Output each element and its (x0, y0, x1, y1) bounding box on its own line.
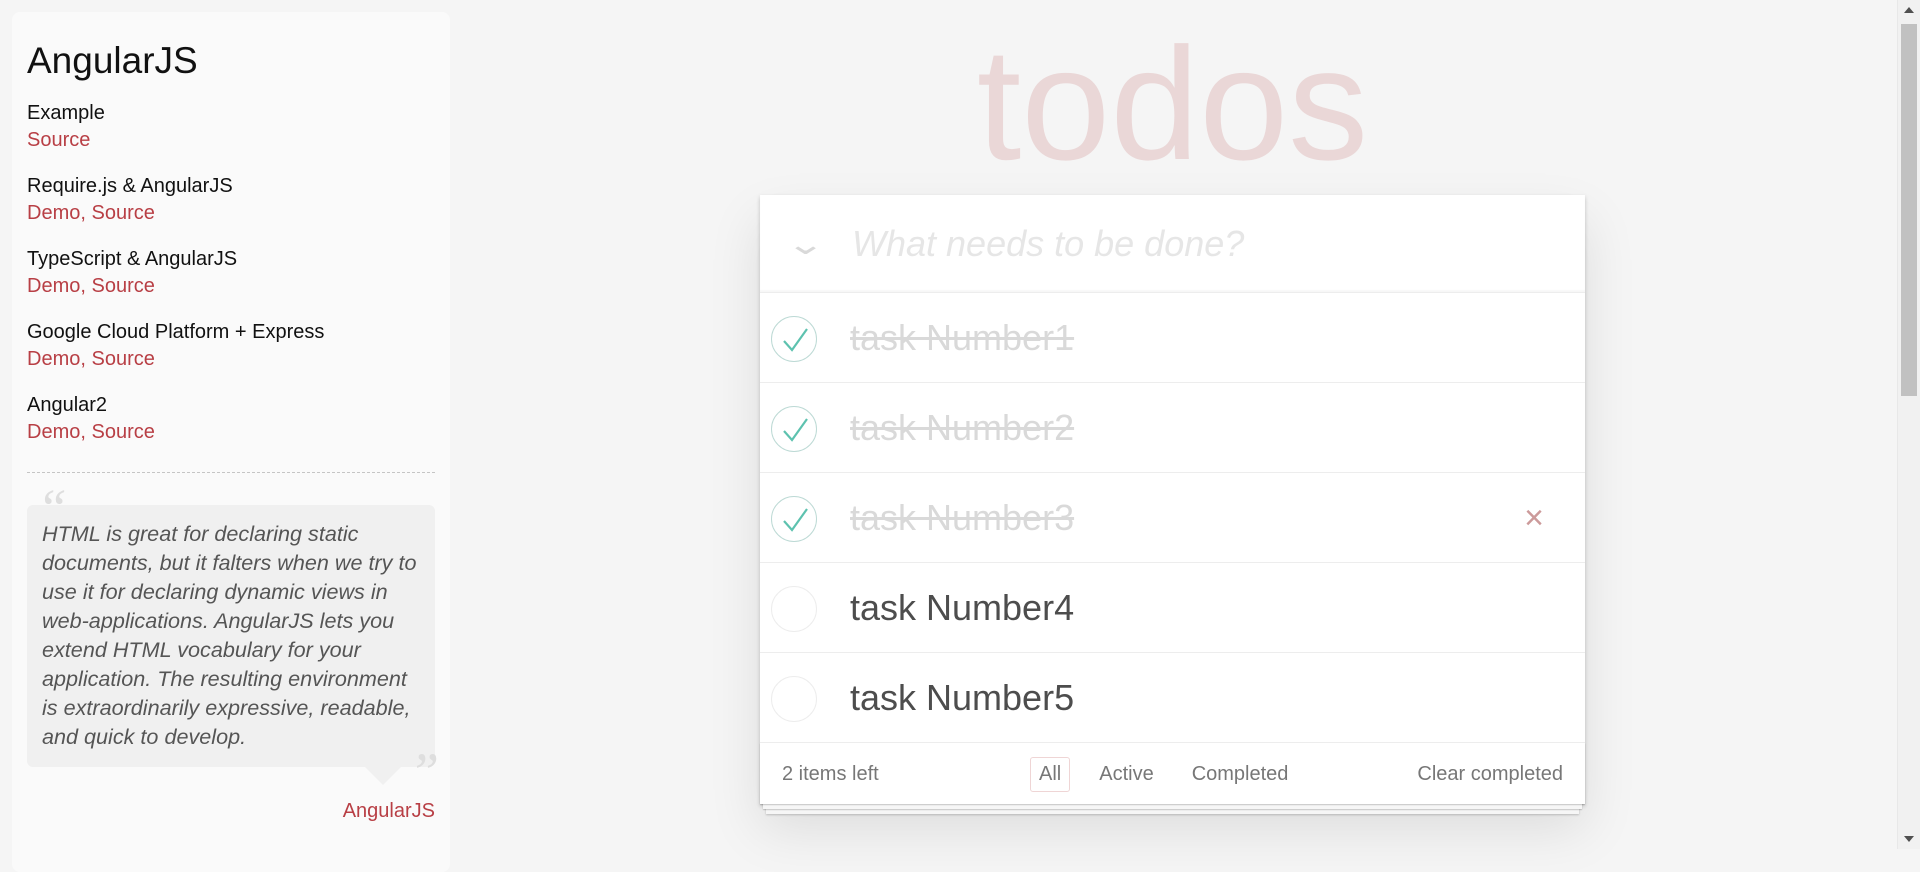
todo-item: task Number2 (760, 383, 1585, 473)
items-left-count: 2 items left (782, 763, 879, 785)
todo-toggle-checkbox[interactable] (771, 676, 817, 722)
quote-credit-link[interactable]: AngularJS (343, 800, 435, 822)
page-scrollbar[interactable] (1897, 0, 1920, 849)
sidebar-item-title: Example (27, 102, 105, 124)
filter-active[interactable]: Active (1090, 757, 1162, 792)
checkmark-icon (783, 418, 808, 442)
demo-link[interactable]: Demo (27, 348, 80, 370)
quote-text: HTML is great for declaring static docum… (42, 521, 417, 749)
todo-toggle-checkbox[interactable] (771, 586, 817, 632)
todo-item: task Number4 (760, 563, 1585, 653)
todo-toggle-checkbox[interactable] (771, 316, 817, 362)
filter-completed[interactable]: Completed (1183, 757, 1298, 792)
todo-toggle-checkbox[interactable] (771, 496, 817, 542)
new-todo-input[interactable] (850, 195, 1585, 293)
todo-label[interactable]: task Number4 (850, 563, 1074, 653)
demo-link[interactable]: Demo (27, 202, 80, 224)
todo-app: ⌄ task Number1 task Number2 task Number3… (760, 195, 1585, 804)
sidebar-title: AngularJS (27, 40, 198, 81)
checkmark-icon (783, 328, 808, 352)
sidebar-item-title: Require.js & AngularJS (27, 175, 233, 197)
todo-label[interactable]: task Number3 (850, 473, 1074, 563)
quote-tail (365, 767, 401, 785)
app-title: todos (976, 14, 1369, 193)
clear-completed-button[interactable]: Clear completed (1417, 763, 1563, 786)
todo-label[interactable]: task Number5 (850, 653, 1074, 743)
todo-toggle-checkbox[interactable] (771, 406, 817, 452)
demo-link[interactable]: Demo (27, 275, 80, 297)
scroll-down-icon[interactable] (1904, 836, 1914, 842)
sidebar-item-title: Angular2 (27, 394, 108, 416)
sidebar-item-title: Google Cloud Platform + Express (27, 321, 325, 343)
todo-item: task Number5 (760, 653, 1585, 743)
sidebar-item-requirejs: Require.js & AngularJS Demo, Source (27, 173, 435, 227)
close-quote-icon: ” (408, 742, 439, 802)
source-link[interactable]: Source (91, 202, 154, 224)
scrollbar-thumb[interactable] (1901, 24, 1917, 396)
source-link[interactable]: Source (91, 348, 154, 370)
filter-tabs: All Active Completed (1030, 757, 1297, 792)
todo-list: task Number1 task Number2 task Number3 ×… (760, 293, 1585, 743)
sidebar-divider (27, 472, 435, 473)
todo-label[interactable]: task Number1 (850, 293, 1074, 383)
source-link[interactable]: Source (91, 421, 154, 443)
filter-all[interactable]: All (1030, 757, 1071, 792)
todo-label[interactable]: task Number2 (850, 383, 1074, 473)
sidebar-item-gcp-express: Google Cloud Platform + Express Demo, So… (27, 319, 435, 373)
demo-link[interactable]: Demo (27, 421, 80, 443)
todo-item: task Number3 × (760, 473, 1585, 563)
sidebar-item-angular2: Angular2 Demo, Source (27, 392, 435, 446)
quote-box: “ HTML is great for declaring static doc… (27, 481, 439, 799)
sidebar-item-typescript: TypeScript & AngularJS Demo, Source (27, 246, 435, 300)
todo-footer: 2 items left All Active Completed Clear … (760, 743, 1585, 804)
sidebar: AngularJS Example Source Require.js & An… (12, 12, 450, 872)
todo-item: task Number1 (760, 293, 1585, 383)
new-todo-header: ⌄ (760, 195, 1585, 293)
open-quote-icon: “ (37, 478, 68, 538)
sidebar-item-example: Example Source (27, 100, 435, 154)
source-link[interactable]: Source (27, 129, 90, 151)
chevron-down-icon[interactable]: ⌄ (778, 225, 834, 265)
delete-todo-icon[interactable]: × (1519, 498, 1549, 538)
sidebar-item-title: TypeScript & AngularJS (27, 248, 238, 270)
source-link[interactable]: Source (91, 275, 154, 297)
quote-credit: AngularJS (27, 800, 435, 823)
checkmark-icon (783, 508, 808, 532)
scroll-up-icon[interactable] (1904, 7, 1914, 13)
